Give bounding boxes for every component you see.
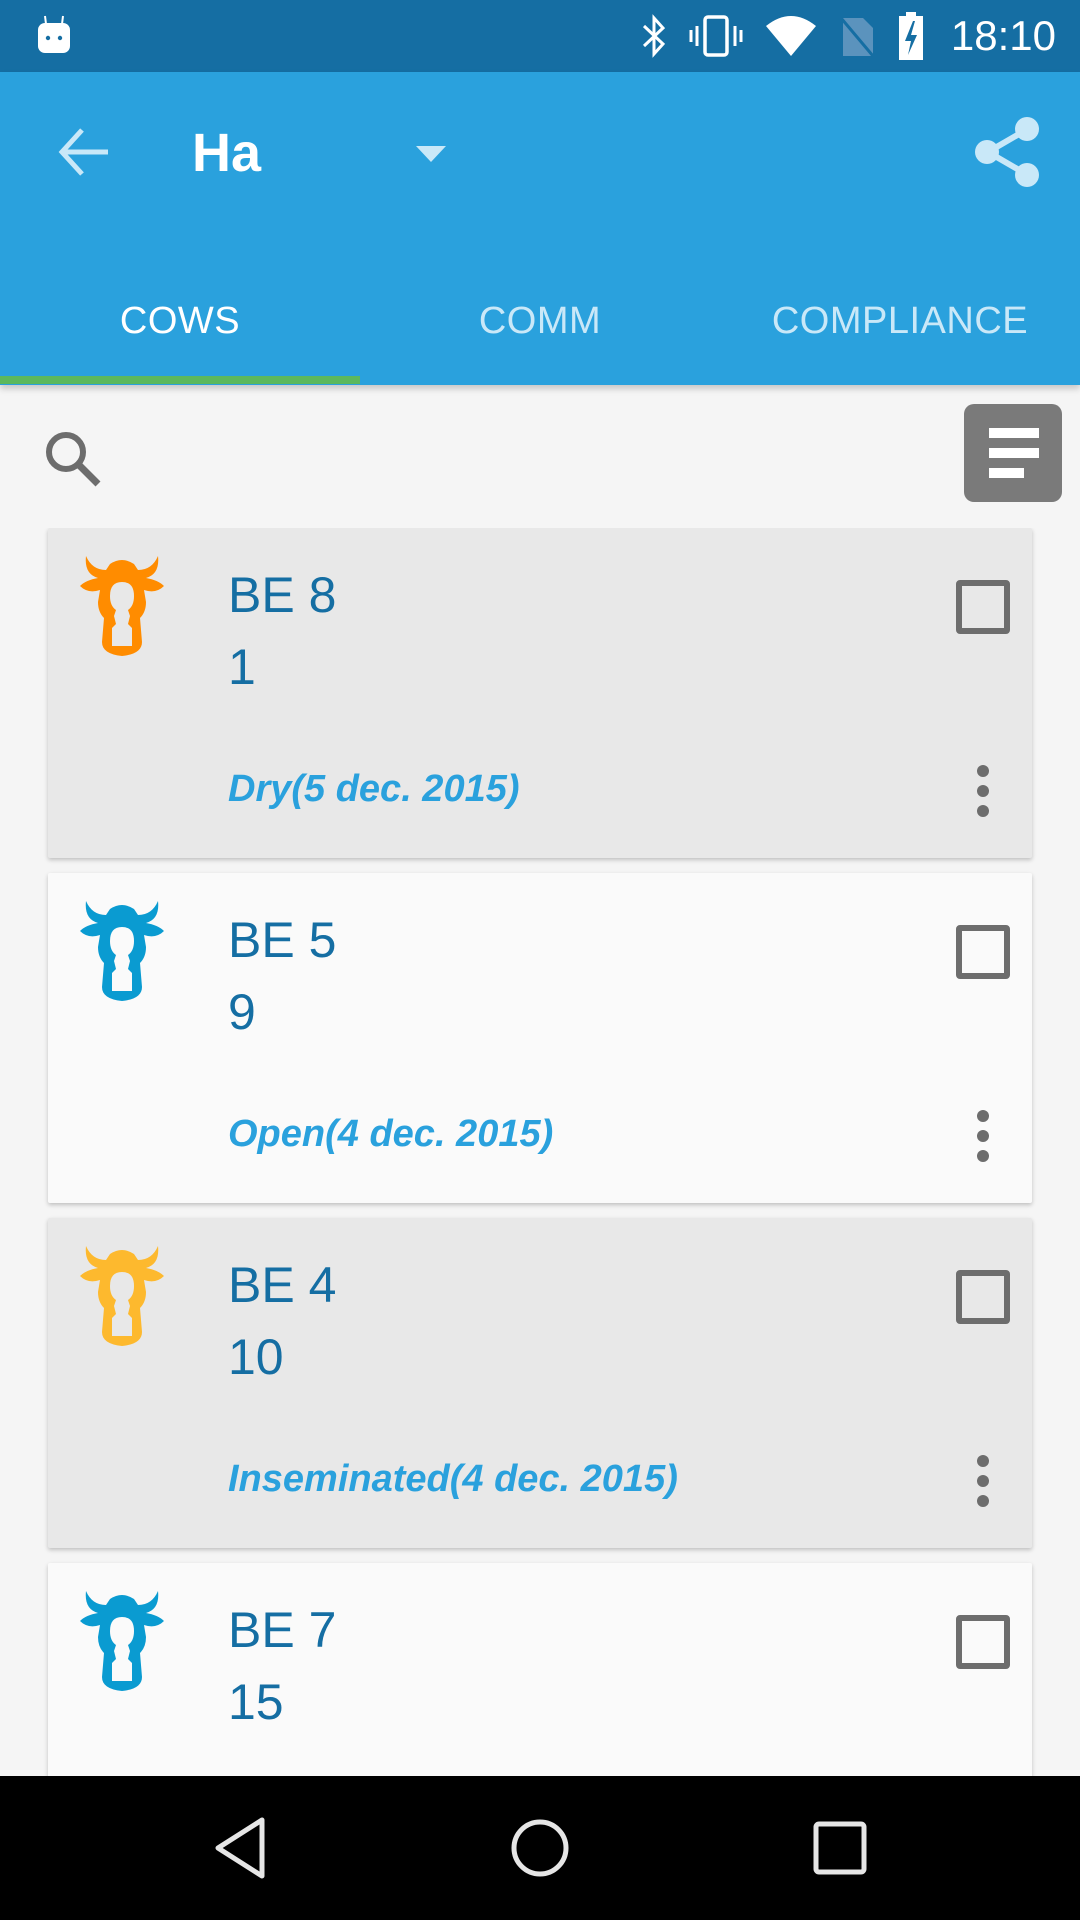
cow-name: BE 8 — [228, 567, 337, 623]
herd-title[interactable]: Ha — [192, 122, 261, 184]
tab-bar: COWS COMM COMPLIANCE — [0, 272, 1080, 378]
cow-status: Inseminated(4 dec. 2015) — [228, 1458, 678, 1500]
cow-name: BE 5 — [228, 912, 337, 968]
cow-number: 15 — [228, 1674, 284, 1730]
cow-number: 9 — [228, 984, 256, 1040]
search-icon[interactable] — [42, 428, 106, 492]
cow-number: 10 — [228, 1329, 284, 1385]
share-icon[interactable] — [972, 116, 1042, 188]
tab-compliance[interactable]: COMPLIANCE — [720, 272, 1080, 378]
tab-cows[interactable]: COWS — [0, 272, 360, 378]
arrow-back-icon[interactable] — [56, 124, 112, 180]
clock: 18:10 — [950, 12, 1056, 59]
select-checkbox[interactable] — [956, 1270, 1010, 1324]
more-options-icon[interactable] — [968, 1109, 998, 1163]
cow-card[interactable]: BE 8 1 Dry(5 dec. 2015) — [48, 528, 1032, 858]
select-checkbox[interactable] — [956, 925, 1010, 979]
cow-icon — [80, 901, 164, 1001]
sort-filter-icon — [989, 428, 1039, 438]
cow-status: Open(4 dec. 2015) — [228, 1113, 554, 1155]
select-checkbox[interactable] — [956, 1615, 1010, 1669]
nav-home-icon[interactable] — [504, 1812, 576, 1884]
system-nav-bar — [0, 1776, 1080, 1920]
select-checkbox[interactable] — [956, 580, 1010, 634]
cow-status: Dry(5 dec. 2015) — [228, 768, 520, 810]
cow-icon — [80, 1591, 164, 1691]
wifi-icon — [765, 16, 816, 56]
app-bar: Ha COWS COMM COMPLIANCE — [0, 72, 1080, 385]
cow-list: BE 8 1 Dry(5 dec. 2015) BE 5 9 Open(4 de… — [0, 528, 1080, 1776]
cow-card[interactable]: BE 5 9 Open(4 dec. 2015) — [48, 873, 1032, 1203]
nav-recents-icon[interactable] — [804, 1812, 876, 1884]
cow-card[interactable]: BE 4 10 Inseminated(4 dec. 2015) — [48, 1218, 1032, 1548]
cow-name: BE 4 — [228, 1257, 337, 1313]
tab-indicator — [0, 376, 360, 384]
cow-icon — [80, 1246, 164, 1346]
sort-filter-button[interactable] — [964, 404, 1062, 502]
bluetooth-icon — [642, 14, 665, 58]
more-options-icon[interactable] — [968, 764, 998, 818]
cow-number: 1 — [228, 639, 256, 695]
cow-icon — [80, 556, 164, 656]
battery-charging-icon — [898, 12, 923, 60]
list-toolbar — [0, 392, 1080, 512]
cow-name: BE 7 — [228, 1602, 337, 1658]
no-sim-icon — [839, 17, 875, 57]
android-notification-icon — [38, 15, 70, 53]
status-bar: 18:10 — [0, 0, 1080, 72]
cow-card[interactable]: BE 7 15 — [48, 1563, 1032, 1776]
caret-down-icon[interactable] — [414, 144, 448, 164]
nav-back-icon[interactable] — [204, 1812, 276, 1884]
tab-comm[interactable]: COMM — [360, 272, 720, 378]
more-options-icon[interactable] — [968, 1454, 998, 1508]
vibrate-icon — [689, 15, 743, 57]
